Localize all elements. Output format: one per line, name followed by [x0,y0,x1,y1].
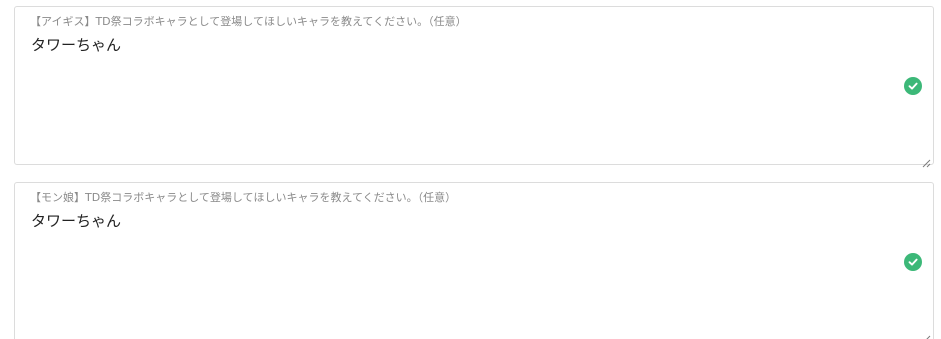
resize-handle-icon[interactable] [922,329,931,339]
aegis-collab-character-label: 【アイギス】TD祭コラボキャラとして登場してほしいキャラを教えてください。（任意… [30,15,467,28]
resize-handle-icon[interactable] [922,153,931,168]
monmusu-collab-character-field: 【モン娘】TD祭コラボキャラとして登場してほしいキャラを教えてください。（任意）… [14,182,934,339]
check-circle-icon [904,77,922,95]
aegis-collab-character-field: 【アイギス】TD祭コラボキャラとして登場してほしいキャラを教えてください。（任意… [14,6,934,168]
survey-form: 【アイギス】TD祭コラボキャラとして登場してほしいキャラを教えてください。（任意… [0,0,941,339]
check-circle-icon [904,253,922,271]
monmusu-collab-character-textarea[interactable]: タワーちゃん [31,210,891,310]
aegis-collab-character-textarea[interactable]: タワーちゃん [31,34,891,134]
monmusu-collab-character-label: 【モン娘】TD祭コラボキャラとして登場してほしいキャラを教えてください。（任意） [30,191,457,204]
